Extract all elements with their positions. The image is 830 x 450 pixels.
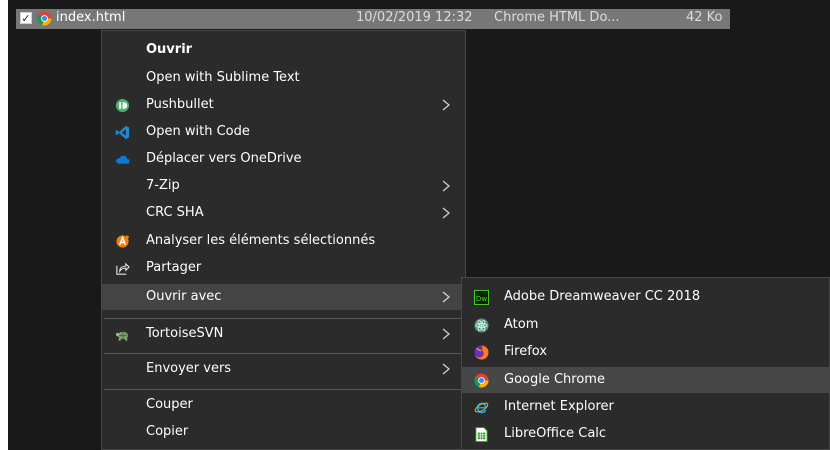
submenu-item-atom[interactable]: Atom: [462, 312, 829, 338]
menu-item-label: Open with Sublime Text: [146, 70, 300, 85]
menu-item-label: Ouvrir: [146, 42, 193, 57]
menu-item-label: CRC SHA: [146, 205, 204, 220]
open-with-submenu: Dw Adobe Dreamweaver CC 2018 Atom Firefo…: [461, 277, 830, 450]
submenu-item-label: LibreOffice Calc: [504, 426, 607, 441]
menu-item-label: Déplacer vers OneDrive: [146, 151, 302, 166]
file-name: index.html: [56, 10, 126, 25]
vscode-icon: [115, 125, 130, 140]
submenu-item-label: Adobe Dreamweaver CC 2018: [504, 289, 701, 304]
submenu-item-firefox[interactable]: Firefox: [462, 339, 829, 365]
menu-item-copier[interactable]: Copier: [102, 419, 465, 445]
menu-item-pushbullet[interactable]: Pushbullet: [102, 92, 465, 118]
menu-item-open-with-code[interactable]: Open with Code: [102, 119, 465, 145]
explorer-window: ✓ index.html 10/02/2019 12:32 Chrome HTM…: [8, 0, 830, 450]
menu-item-7zip[interactable]: 7-Zip: [102, 173, 465, 199]
file-type: Chrome HTML Do...: [494, 10, 620, 25]
menu-item-partager[interactable]: Partager: [102, 255, 465, 281]
context-menu: Ouvrir Open with Sublime Text Pushbullet…: [101, 30, 466, 450]
submenu-item-label: Atom: [504, 317, 539, 332]
svg-text:Dw: Dw: [476, 294, 487, 303]
chevron-right-icon: [442, 291, 451, 303]
menu-item-label: 7-Zip: [146, 178, 180, 193]
menu-item-label: Partager: [146, 260, 202, 275]
submenu-item-label: Firefox: [504, 344, 548, 359]
submenu-item-google-chrome[interactable]: Google Chrome: [462, 367, 829, 393]
pushbullet-icon: [115, 98, 130, 113]
menu-item-couper[interactable]: Couper: [102, 392, 465, 418]
submenu-item-internet-explorer[interactable]: Internet Explorer: [462, 394, 829, 420]
menu-separator: [104, 353, 463, 354]
menu-item-envoyer-vers[interactable]: Envoyer vers: [102, 356, 465, 382]
menu-item-crc-sha[interactable]: CRC SHA: [102, 200, 465, 226]
avast-icon: [116, 235, 129, 248]
menu-item-label: Analyser les éléments sélectionnés: [146, 233, 376, 248]
menu-item-open-sublime[interactable]: Open with Sublime Text: [102, 65, 465, 91]
menu-item-onedrive[interactable]: Déplacer vers OneDrive: [102, 146, 465, 172]
file-size: 42 Ko: [686, 10, 723, 25]
chevron-right-icon: [442, 363, 451, 375]
chrome-icon: [474, 373, 489, 388]
menu-item-label: Pushbullet: [146, 97, 214, 112]
onedrive-icon: [116, 155, 130, 164]
share-icon: [116, 262, 130, 275]
chevron-right-icon: [442, 99, 451, 111]
submenu-item-dreamweaver[interactable]: Dw Adobe Dreamweaver CC 2018: [462, 284, 829, 310]
menu-item-ouvrir-avec[interactable]: Ouvrir avec: [102, 284, 465, 310]
chevron-right-icon: [442, 328, 451, 340]
submenu-item-libreoffice-calc[interactable]: LibreOffice Calc: [462, 421, 829, 447]
chrome-file-icon: [37, 11, 52, 26]
internet-explorer-icon: [474, 402, 489, 414]
menu-item-label: Open with Code: [146, 124, 250, 139]
menu-item-label: Couper: [146, 397, 193, 412]
menu-item-label: TortoiseSVN: [146, 326, 224, 341]
libreoffice-calc-icon: [475, 427, 488, 442]
menu-item-tortoisesvn[interactable]: TortoiseSVN: [102, 321, 465, 347]
chevron-right-icon: [442, 207, 451, 219]
menu-item-analyser[interactable]: Analyser les éléments sélectionnés: [102, 228, 465, 254]
menu-item-label: Ouvrir avec: [146, 289, 222, 304]
file-date: 10/02/2019 12:32: [356, 10, 473, 25]
dreamweaver-icon: Dw: [474, 290, 489, 305]
menu-item-label: Envoyer vers: [146, 361, 232, 376]
checkbox-icon[interactable]: ✓: [20, 12, 32, 24]
chevron-right-icon: [442, 180, 451, 192]
atom-icon: [474, 318, 489, 333]
tortoisesvn-icon: [115, 331, 129, 341]
menu-separator: [104, 389, 463, 390]
submenu-item-label: Google Chrome: [504, 372, 605, 387]
submenu-item-label: Internet Explorer: [504, 399, 614, 414]
menu-item-ouvrir[interactable]: Ouvrir: [102, 37, 465, 63]
file-row-selected[interactable]: ✓ index.html 10/02/2019 12:32 Chrome HTM…: [16, 9, 730, 29]
menu-item-label: Copier: [146, 424, 189, 439]
menu-separator: [104, 318, 463, 319]
firefox-icon: [474, 345, 489, 360]
